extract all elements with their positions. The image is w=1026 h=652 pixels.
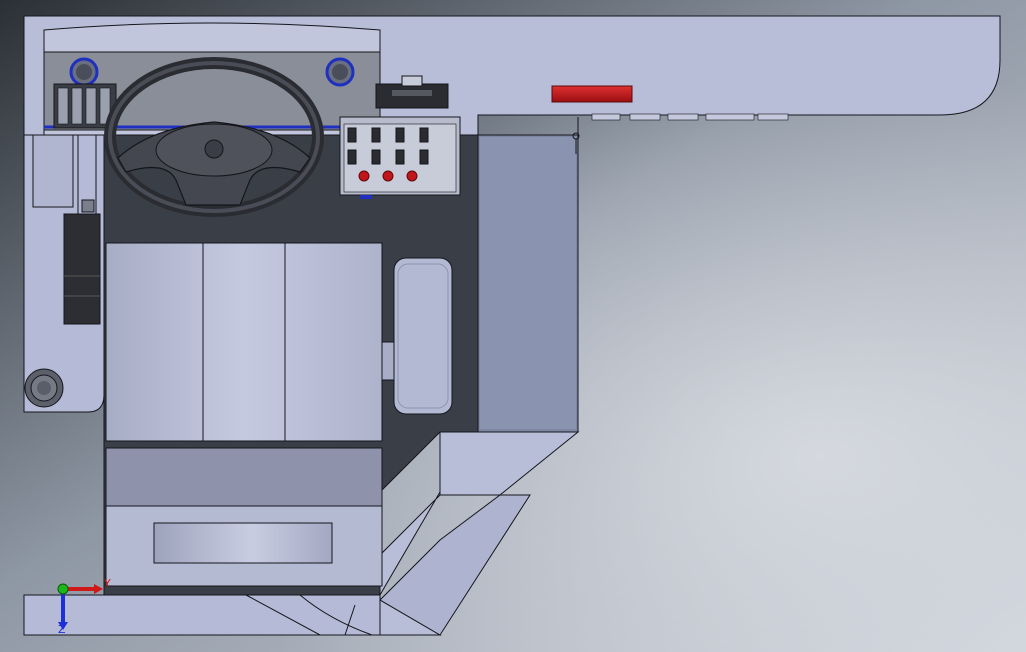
warning-light	[551, 85, 633, 103]
triad-z-label: Z	[58, 623, 66, 636]
control-panel[interactable]	[339, 116, 461, 199]
cab-model-view[interactable]	[0, 0, 1026, 652]
triad-y-label: Y	[104, 577, 111, 590]
door-pocket	[63, 213, 101, 325]
gear-lever[interactable]	[393, 257, 453, 415]
graphics-viewport[interactable]: Y Z	[0, 0, 1026, 652]
seat-base-plate	[153, 522, 333, 564]
driver-seat[interactable]	[105, 242, 395, 587]
